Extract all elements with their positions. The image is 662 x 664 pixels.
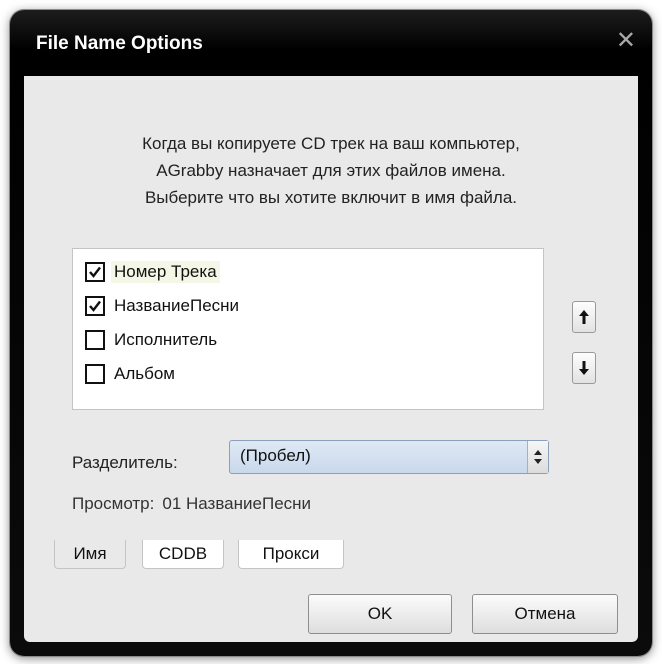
field-label: Альбом	[114, 364, 175, 383]
checkmark-icon	[89, 300, 101, 312]
preview-label: Просмотр:	[72, 494, 155, 513]
field-label: Номер Трека	[111, 261, 220, 283]
filename-fields-list[interactable]: Номер Трека НазваниеПесни Исполнитель Ал…	[72, 248, 544, 410]
info-text: Когда вы копируете CD трек на ваш компью…	[24, 130, 638, 211]
preview-row: Просмотр: 01 НазваниеПесни	[72, 494, 319, 514]
separator-label: Разделитель:	[72, 453, 178, 472]
info-line: Когда вы копируете CD трек на ваш компью…	[142, 134, 520, 153]
dialog-body: Когда вы копируете CD трек на ваш компью…	[24, 76, 638, 642]
window-title: File Name Options	[36, 33, 203, 54]
preview-value: 01 НазваниеПесни	[162, 494, 312, 513]
ok-button[interactable]: OK	[308, 594, 452, 634]
close-icon[interactable]: ✕	[616, 29, 636, 53]
info-line: AGrabby назначает для этих файлов имена.	[156, 161, 506, 180]
arrow-up-icon	[579, 310, 589, 324]
checkbox[interactable]	[85, 296, 105, 316]
move-down-button[interactable]	[572, 352, 596, 384]
spin-icon[interactable]	[527, 441, 548, 473]
checkbox[interactable]	[85, 330, 105, 350]
tab-proxy[interactable]: Прокси	[238, 540, 344, 569]
title-bar[interactable]: File Name Options ✕	[10, 10, 652, 76]
cancel-button[interactable]: Отмена	[472, 594, 618, 634]
spin-arrows	[534, 450, 542, 464]
separator-value: (Пробел)	[240, 446, 311, 465]
move-up-button[interactable]	[572, 301, 596, 333]
checkbox[interactable]	[85, 262, 105, 282]
separator-select[interactable]: (Пробел)	[229, 440, 549, 474]
info-line: Выберите что вы хотите включит в имя фай…	[144, 188, 518, 207]
checkbox[interactable]	[85, 364, 105, 384]
arrow-down-icon	[579, 361, 589, 375]
dialog-window: File Name Options ✕ Когда вы копируете C…	[10, 10, 652, 656]
field-item-track-number[interactable]: Номер Трека	[85, 259, 220, 285]
field-item-song-title[interactable]: НазваниеПесни	[85, 293, 242, 319]
field-item-artist[interactable]: Исполнитель	[85, 327, 220, 353]
field-label: НазваниеПесни	[114, 296, 240, 315]
tab-cddb[interactable]: CDDB	[142, 540, 224, 569]
field-item-album[interactable]: Альбом	[85, 361, 178, 387]
checkmark-icon	[89, 266, 101, 278]
field-label: Исполнитель	[114, 330, 218, 349]
tab-name[interactable]: Имя	[54, 540, 126, 569]
